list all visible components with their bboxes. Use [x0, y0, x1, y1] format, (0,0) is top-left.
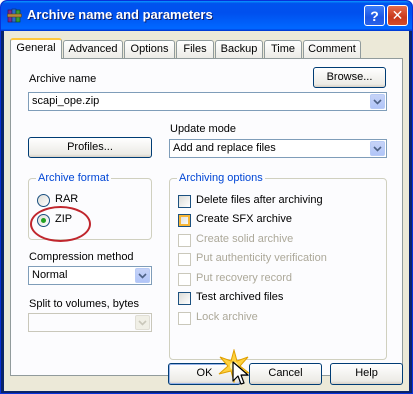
rar-label[interactable]: RAR: [55, 193, 78, 205]
split-volumes-label: Split to volumes, bytes: [29, 298, 140, 310]
archive-name-label: Archive name: [29, 73, 97, 85]
authenticity-checkbox: [178, 253, 191, 266]
archiving-options-label: Archiving options: [177, 172, 265, 184]
dialog-window: Archive name and parameters ? ✕ General …: [0, 0, 413, 394]
recovery-record-label: Put recovery record: [196, 272, 292, 284]
recovery-record-checkbox: [178, 273, 191, 286]
create-sfx-label[interactable]: Create SFX archive: [196, 213, 292, 225]
test-archived-label[interactable]: Test archived files: [196, 291, 283, 303]
tab-backup[interactable]: Backup: [215, 40, 263, 58]
test-archived-checkbox[interactable]: [178, 292, 191, 305]
create-sfx-checkbox[interactable]: [178, 214, 191, 227]
cancel-button[interactable]: Cancel: [249, 363, 322, 385]
mouse-cursor-icon: [232, 361, 249, 385]
title-bar[interactable]: Archive name and parameters ? ✕: [1, 1, 412, 31]
chevron-down-icon[interactable]: [370, 94, 385, 109]
authenticity-label: Put authenticity verification: [196, 252, 327, 264]
browse-button[interactable]: Browse...: [313, 67, 386, 88]
tab-general[interactable]: General: [10, 38, 62, 59]
window-title: Archive name and parameters: [27, 7, 213, 22]
help-button[interactable]: Help: [330, 363, 403, 385]
lock-archive-checkbox: [178, 312, 191, 325]
archive-name-value: scapi_ope.zip: [32, 95, 100, 107]
chevron-down-icon[interactable]: [135, 268, 150, 283]
compression-method-value: Normal: [32, 269, 68, 281]
update-mode-label: Update mode: [170, 123, 237, 135]
tab-advanced[interactable]: Advanced: [63, 40, 123, 58]
highlight-ellipse: [30, 206, 91, 242]
chevron-down-icon: [135, 315, 150, 330]
archiving-options-group: Archiving options Delete files after arc…: [169, 172, 387, 360]
split-volumes-combo[interactable]: [28, 313, 152, 332]
compression-method-combo[interactable]: Normal: [28, 266, 152, 285]
tab-comment[interactable]: Comment: [303, 40, 361, 58]
archive-format-label: Archive format: [36, 172, 111, 184]
help-icon: ?: [370, 7, 379, 24]
update-mode-combo[interactable]: Add and replace files: [169, 139, 387, 158]
winrar-books-icon: [7, 8, 22, 23]
general-panel: Archive name Browse... scapi_ope.zip Upd…: [10, 58, 403, 376]
tab-files[interactable]: Files: [176, 40, 214, 58]
update-mode-value: Add and replace files: [173, 142, 276, 154]
chevron-down-icon[interactable]: [370, 141, 385, 156]
lock-archive-label: Lock archive: [196, 311, 258, 323]
delete-files-checkbox[interactable]: [178, 195, 191, 208]
close-icon: ✕: [391, 7, 404, 23]
archive-name-combo[interactable]: scapi_ope.zip: [28, 92, 387, 111]
rar-radio[interactable]: [37, 194, 50, 207]
title-close-button[interactable]: ✕: [387, 5, 408, 26]
create-solid-label: Create solid archive: [196, 233, 294, 245]
compression-method-label: Compression method: [29, 251, 134, 263]
tab-options[interactable]: Options: [124, 40, 175, 58]
create-solid-checkbox: [178, 234, 191, 247]
delete-files-label[interactable]: Delete files after archiving: [196, 194, 323, 206]
title-help-button[interactable]: ?: [364, 5, 385, 26]
profiles-button[interactable]: Profiles...: [28, 137, 152, 158]
tab-time[interactable]: Time: [264, 40, 302, 58]
dialog-client: General Advanced Options Files Backup Ti…: [4, 31, 409, 391]
